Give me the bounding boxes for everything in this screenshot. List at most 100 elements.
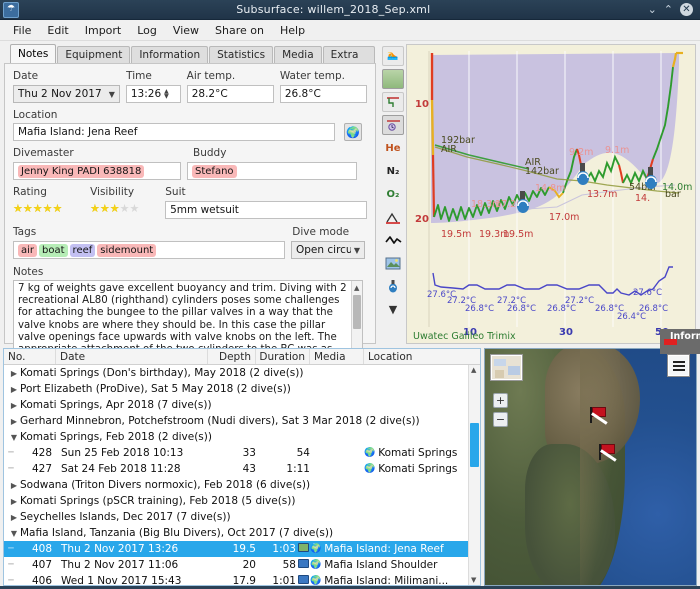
date-input[interactable]: Thu 2 Nov 2017 ▼ <box>13 85 120 103</box>
table-row[interactable]: ─ 427 Sat 24 Feb 2018 11:28 43 1:11 🌍 Ko… <box>4 461 480 477</box>
tag-air[interactable]: air <box>18 243 38 257</box>
profile-green-box-icon[interactable] <box>382 69 404 89</box>
location-input[interactable]: Mafia Island: Jena Reef <box>13 123 335 141</box>
list-item[interactable]: ▶ Komati Springs (pSCR training), Feb 201… <box>4 493 480 509</box>
table-row[interactable]: ─ 428 Sun 25 Feb 2018 10:13 33 54 🌍 Koma… <box>4 445 480 461</box>
scuba-diver-icon[interactable]: 🏊 <box>382 46 404 66</box>
svg-text:19.5m: 19.5m <box>503 229 533 240</box>
column-location[interactable]: Location <box>364 349 480 364</box>
star-outline-icon: ★ <box>119 202 130 215</box>
tab-extra-info[interactable]: Extra Info <box>322 46 375 78</box>
column-media[interactable]: Media <box>310 349 364 364</box>
photo-icon[interactable] <box>382 253 404 273</box>
menu-share-on[interactable]: Share on <box>208 22 271 39</box>
list-item[interactable]: ▶ Port Elizabeth (ProDive), Sat 5 May 201… <box>4 381 480 397</box>
list-item[interactable]: ▼ Komati Springs, Feb 2018 (2 dive(s)) <box>4 429 480 445</box>
suit-input[interactable]: 5mm wetsuit <box>165 201 367 219</box>
tissue-graph-icon[interactable] <box>382 207 404 227</box>
hamburger-menu-icon[interactable] <box>667 354 690 377</box>
list-item[interactable]: ▶ Sodwana (Triton Divers normoxic), Feb 2… <box>4 477 480 493</box>
dive-flag-icon[interactable] <box>598 443 617 461</box>
list-item[interactable]: ▶ Komati Springs, Apr 2018 (7 dive(s)) <box>4 397 480 413</box>
scroll-up-icon[interactable]: ▲ <box>354 282 359 294</box>
tag-sidemount[interactable]: sidemount <box>97 243 157 257</box>
globe-icon[interactable]: 🌍 <box>344 123 362 141</box>
time-input[interactable]: 13:26 ▲ ▼ <box>125 85 181 103</box>
zoom-in-button[interactable]: + <box>493 393 508 408</box>
collapse-arrow-icon[interactable]: ▼ <box>8 433 20 442</box>
tab-media[interactable]: Media <box>274 46 322 63</box>
scroll-down-icon[interactable]: ▼ <box>471 576 476 584</box>
maximize-button[interactable]: ⌃ <box>664 3 673 16</box>
expand-arrow-icon[interactable]: ▶ <box>8 369 20 378</box>
zoom-out-button[interactable]: − <box>493 412 508 427</box>
tank-icon[interactable] <box>382 276 404 296</box>
dive-list-scrollbar[interactable]: ▲ ▼ <box>468 365 480 585</box>
list-item[interactable]: ▼ Mafia Island, Tanzania (Big Blu Divers)… <box>4 525 480 541</box>
column-date[interactable]: Date <box>56 349 208 364</box>
minimize-button[interactable]: ⌄ <box>648 3 657 16</box>
column-no[interactable]: No. <box>4 349 56 364</box>
svg-text:9.1m: 9.1m <box>605 145 629 156</box>
oxygen-icon[interactable]: O₂ <box>382 184 404 204</box>
dive-flag-icon[interactable] <box>589 406 608 424</box>
column-depth[interactable]: Depth <box>208 349 256 364</box>
menu-edit[interactable]: Edit <box>40 22 75 39</box>
profile-svg: 10 20 192bar AIR AIR 142bar 54bar bar 19… <box>407 45 695 343</box>
globe-icon: 🌍 <box>364 464 376 474</box>
scroll-up-icon[interactable]: ▲ <box>471 366 476 374</box>
expand-arrow-icon[interactable]: ▶ <box>8 401 20 410</box>
menu-file[interactable]: File <box>6 22 38 39</box>
expand-arrow-icon[interactable]: ▶ <box>8 497 20 506</box>
buddy-input[interactable]: Stefano <box>187 162 357 180</box>
table-row[interactable]: ─ 406 Wed 1 Nov 2017 15:43 17.9 1:01 🌍 M… <box>4 573 480 585</box>
close-button[interactable]: ✕ <box>680 3 693 16</box>
menu-log[interactable]: Log <box>130 22 164 39</box>
expand-arrow-icon[interactable]: ▶ <box>8 385 20 394</box>
water-temp-input[interactable]: 26.8°C <box>279 85 367 103</box>
suit-label: Suit <box>165 186 186 198</box>
notes-scroll-thumb[interactable] <box>353 295 361 329</box>
menu-import[interactable]: Import <box>78 22 129 39</box>
deco-clock-icon[interactable] <box>382 115 404 135</box>
visibility-stars[interactable]: ★ ★ ★ ★ ★ <box>90 201 159 217</box>
expand-arrow-icon[interactable]: ▶ <box>8 481 20 490</box>
table-row[interactable]: ─ 407 Thu 2 Nov 2017 11:06 20 58 🌍 Mafia… <box>4 557 480 573</box>
list-item[interactable]: ▶ Gerhard Minnebron, Potchefstroom (Nudi … <box>4 413 480 429</box>
expand-arrow-icon[interactable]: ▶ <box>8 417 20 426</box>
dive-list-scroll-thumb[interactable] <box>470 423 479 467</box>
heartrate-line-icon[interactable] <box>382 230 404 250</box>
svg-text:10: 10 <box>415 99 429 110</box>
tag-boat[interactable]: boat <box>39 243 68 257</box>
ceiling-icon[interactable] <box>382 92 404 112</box>
list-item[interactable]: ▶ Seychelles Islands, Dec 2017 (7 dive(s)… <box>4 509 480 525</box>
collapse-arrow-icon[interactable]: ▼ <box>8 529 20 538</box>
trip-label: Komati Springs, Feb 2018 (2 dive(s)) <box>20 431 212 443</box>
tab-equipment[interactable]: Equipment <box>57 46 131 63</box>
tab-notes[interactable]: Notes <box>10 44 57 63</box>
nitrogen-icon[interactable]: N₂ <box>382 161 404 181</box>
dive-mode-select[interactable]: Open circuit ▼ <box>291 241 365 259</box>
chevron-down-icon[interactable]: ▼ <box>382 299 404 319</box>
column-duration[interactable]: Duration <box>256 349 310 364</box>
menu-help[interactable]: Help <box>273 22 312 39</box>
rating-stars[interactable]: ★ ★ ★ ★ ★ <box>13 201 84 217</box>
tags-input[interactable]: air boat reef sidemount <box>13 241 285 259</box>
time-stepper-icon[interactable]: ▲ ▼ <box>164 89 169 100</box>
tab-information[interactable]: Information <box>131 46 209 63</box>
helium-icon[interactable]: He <box>382 138 404 158</box>
tag-reef[interactable]: reef <box>69 243 96 257</box>
air-temp-input[interactable]: 28.2°C <box>186 85 274 103</box>
menu-view[interactable]: View <box>166 22 206 39</box>
expand-arrow-icon[interactable]: ▶ <box>8 513 20 522</box>
minimap-thumbnail[interactable] <box>490 354 523 381</box>
tab-statistics[interactable]: Statistics <box>209 46 274 63</box>
svg-text:27.2°C: 27.2°C <box>565 296 594 306</box>
app-icon: ☂ <box>3 1 19 18</box>
map-panel[interactable]: + − <box>484 348 697 586</box>
dive-profile-chart[interactable]: 10 20 192bar AIR AIR 142bar 54bar bar 19… <box>406 44 696 344</box>
svg-text:9.2m: 9.2m <box>569 147 593 158</box>
divemaster-input[interactable]: Jenny King PADI 638818 <box>13 162 181 180</box>
table-row[interactable]: ─ 408 Thu 2 Nov 2017 13:26 19.5 1:03 🌍 M… <box>4 541 480 557</box>
list-item[interactable]: ▶ Komati Springs (Don's birthday), May 20… <box>4 365 480 381</box>
